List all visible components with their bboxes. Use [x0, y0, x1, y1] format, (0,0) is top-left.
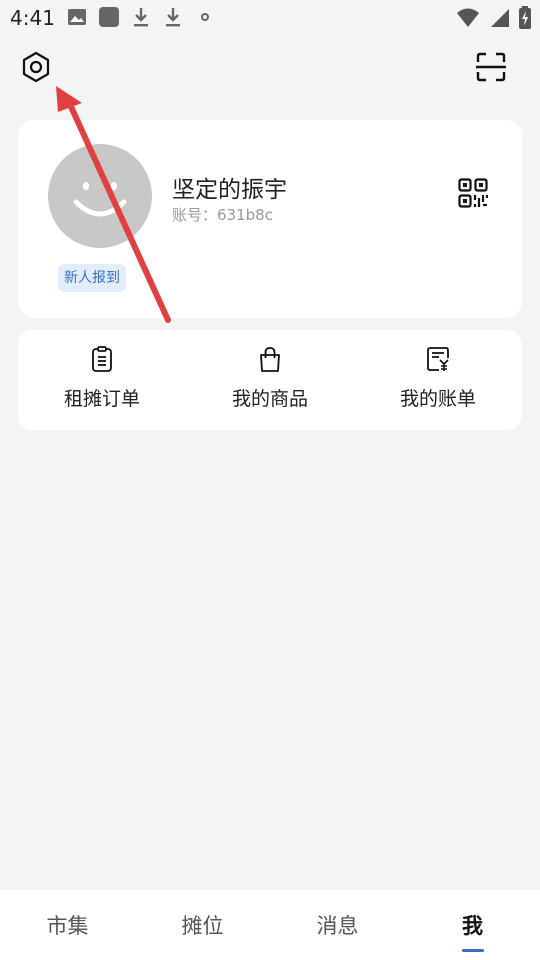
app-square-icon	[98, 6, 120, 32]
wifi-icon	[456, 7, 480, 33]
quick-action-label: 租摊订单	[63, 387, 140, 410]
status-right-icons	[456, 6, 532, 34]
quick-actions-card: 租摊订单 我的商品 我的账单	[18, 330, 522, 430]
image-icon	[66, 6, 88, 32]
shopping-bag-icon	[257, 346, 283, 376]
account-id: 账号：631b8c	[172, 206, 273, 224]
quick-action-label: 我的商品	[231, 387, 308, 410]
status-bar: 4:41	[0, 0, 540, 36]
quick-action-my-bills[interactable]: 我的账单	[354, 330, 522, 430]
tab-stall[interactable]: 摊位	[135, 890, 270, 960]
tab-me[interactable]: 我	[405, 890, 540, 960]
newbie-badge[interactable]: 新人报到	[58, 264, 126, 292]
signal-icon	[488, 7, 510, 33]
quick-action-stall-orders[interactable]: 租摊订单	[18, 330, 186, 430]
tab-messages[interactable]: 消息	[270, 890, 405, 960]
bill-yen-icon	[425, 346, 451, 376]
tab-label: 消息	[316, 914, 359, 938]
quick-action-my-products[interactable]: 我的商品	[186, 330, 354, 430]
scan-frame-icon	[476, 52, 506, 86]
qr-code-icon	[458, 178, 489, 212]
tab-label: 我	[462, 914, 483, 938]
battery-charging-icon	[518, 6, 532, 34]
quick-action-label: 我的账单	[399, 387, 476, 410]
avatar[interactable]	[48, 144, 152, 248]
tab-label: 市集	[46, 914, 89, 938]
profile-card: 坚定的振宇 账号：631b8c 新人报到	[18, 120, 522, 318]
hexagon-settings-icon	[20, 51, 52, 87]
scan-button[interactable]	[474, 52, 508, 86]
bottom-nav: 市集 摊位 消息 我	[0, 890, 540, 960]
qr-code-button[interactable]	[456, 178, 490, 212]
dot-icon	[194, 6, 216, 32]
settings-button[interactable]	[19, 51, 53, 87]
download-icon	[162, 6, 184, 32]
active-tab-indicator	[461, 949, 484, 952]
username: 坚定的振宇	[172, 177, 287, 203]
clipboard-icon	[89, 345, 115, 376]
tab-market[interactable]: 市集	[0, 890, 135, 960]
smiley-avatar-icon	[48, 142, 152, 250]
download-icon	[130, 6, 152, 32]
status-time: 4:41	[10, 6, 55, 30]
status-left-icons	[66, 6, 216, 32]
tab-label: 摊位	[181, 914, 224, 938]
